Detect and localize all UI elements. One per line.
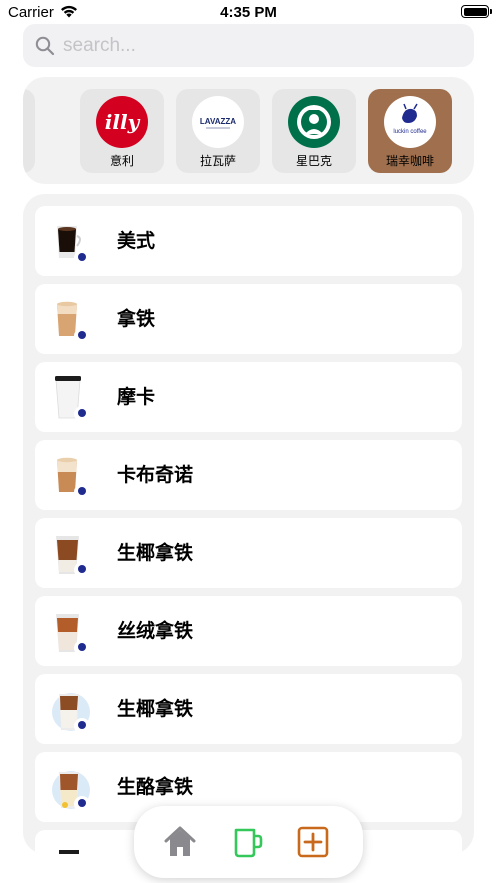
luckin-logo-text: luckin coffee — [393, 129, 427, 135]
search-input[interactable] — [63, 34, 443, 57]
luckin-coffee-logo: luckin coffee — [384, 96, 436, 148]
coffee-cup-icon — [55, 376, 90, 422]
coffee-cup-icon — [52, 693, 90, 734]
brand-card-lavazza[interactable]: LAVAZZA 拉瓦萨 — [176, 89, 260, 173]
brand-card-illy[interactable]: illy 意利 — [80, 89, 164, 173]
brand-card-partial[interactable] — [23, 89, 35, 173]
coffee-cup-icon — [57, 457, 90, 500]
brand-name: 星巴克 — [295, 154, 332, 168]
list-item[interactable]: 摩卡 — [35, 362, 462, 432]
product-name: 摩卡 — [117, 386, 156, 408]
illy-logo-text: illy — [105, 110, 141, 134]
list-item[interactable]: 生椰拿铁 — [35, 518, 462, 588]
brand-name: 瑞幸咖啡 — [385, 154, 434, 168]
product-name: 生椰拿铁 — [117, 542, 194, 564]
product-name: 卡布奇诺 — [117, 464, 194, 486]
coffee-cup-icon — [52, 771, 90, 812]
brand-carousel[interactable]: illy 意利 LAVAZZA 拉瓦萨 星巴克 luckin coffee 瑞幸… — [23, 77, 474, 184]
brand-card-luckin[interactable]: luckin coffee 瑞幸咖啡 — [368, 89, 452, 173]
coffee-cup-icon — [59, 850, 79, 854]
list-item[interactable]: 卡布奇诺 — [35, 440, 462, 510]
status-bar: Carrier 4:35 PM — [0, 0, 497, 26]
list-item[interactable]: 美式 — [35, 206, 462, 276]
lavazza-logo-text: LAVAZZA — [200, 117, 236, 126]
brand-card-starbucks[interactable]: 星巴克 — [272, 89, 356, 173]
list-item[interactable]: 拿铁 — [35, 284, 462, 354]
list-item[interactable]: 生椰拿铁 — [35, 674, 462, 744]
search-icon — [35, 36, 55, 55]
brand-name: 拉瓦萨 — [199, 154, 236, 168]
status-time: 4:35 PM — [220, 4, 277, 21]
search-bar[interactable] — [23, 24, 474, 67]
coffee-cup-icon — [57, 226, 90, 266]
mug-icon[interactable] — [230, 824, 266, 860]
illy-logo: illy — [96, 96, 148, 148]
bottom-tab-bar — [134, 806, 363, 878]
brand-name: 意利 — [109, 154, 134, 168]
battery-icon — [461, 5, 492, 18]
coffee-cup-icon — [57, 301, 90, 344]
starbucks-logo — [288, 96, 340, 148]
coffee-cup-icon — [56, 536, 90, 578]
home-icon[interactable] — [162, 824, 198, 860]
product-name: 拿铁 — [117, 308, 156, 330]
add-square-icon[interactable] — [295, 824, 331, 860]
product-name: 美式 — [117, 230, 156, 252]
coffee-cup-icon — [56, 614, 90, 656]
product-list[interactable]: 美式 拿铁 摩卡 卡布奇诺 生椰拿铁 丝绒拿铁 生椰拿铁 生酪拿铁 — [23, 194, 474, 854]
product-name: 丝绒拿铁 — [117, 620, 194, 642]
lavazza-logo: LAVAZZA — [192, 96, 244, 148]
product-name: 生椰拿铁 — [117, 698, 194, 720]
list-item[interactable]: 丝绒拿铁 — [35, 596, 462, 666]
